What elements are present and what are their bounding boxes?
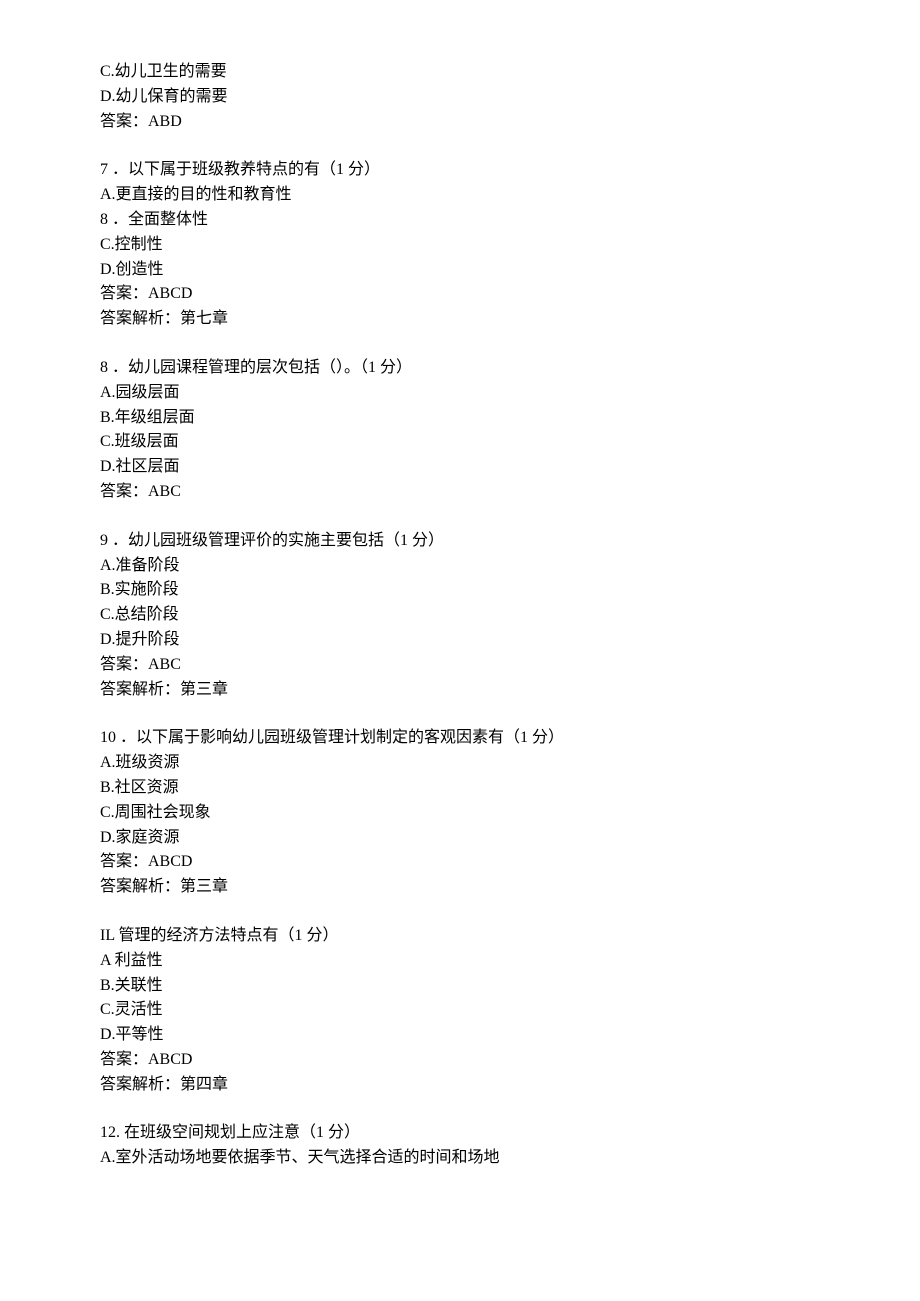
question-7: 7 ．以下属于班级教养特点的有（1 分） A.更直接的目的性和教育性 8 ．全面…: [100, 158, 820, 332]
question-9: 9 ．幼儿园班级管理评价的实施主要包括（1 分） A.准备阶段 B.实施阶段 C…: [100, 529, 820, 703]
answer-line: 答案：ABCD: [100, 850, 820, 875]
answer-line: 答案：ABCD: [100, 1048, 820, 1073]
option-a: A.园级层面: [100, 381, 820, 406]
option-c: C.周围社会现象: [100, 801, 820, 826]
option-c: C.控制性: [100, 233, 820, 258]
option-b: B.社区资源: [100, 776, 820, 801]
option-b: 8 ．全面整体性: [100, 208, 820, 233]
analysis-line: 答案解析：第三章: [100, 678, 820, 703]
question-8: 8 ．幼儿园课程管理的层次包括（）。（1 分） A.园级层面 B.年级组层面 C…: [100, 356, 820, 505]
question-stem: 7 ．以下属于班级教养特点的有（1 分）: [100, 158, 820, 183]
option-d: D.幼儿保育的需要: [100, 85, 820, 110]
option-c: C.幼儿卫生的需要: [100, 60, 820, 85]
option-a: A.班级资源: [100, 751, 820, 776]
option-d: D.提升阶段: [100, 628, 820, 653]
answer-line: 答案：ABC: [100, 480, 820, 505]
option-d: D.创造性: [100, 258, 820, 283]
question-stem: 10 ．以下属于影响幼儿园班级管理计划制定的客观因素有（1 分）: [100, 726, 820, 751]
question-12: 12. 在班级空间规划上应注意（1 分） A.室外活动场地要依据季节、天气选择合…: [100, 1121, 820, 1171]
option-d: D.社区层面: [100, 455, 820, 480]
analysis-line: 答案解析：第三章: [100, 875, 820, 900]
option-d: D.家庭资源: [100, 826, 820, 851]
question-stem: 8 ．幼儿园课程管理的层次包括（）。（1 分）: [100, 356, 820, 381]
option-b: B.实施阶段: [100, 578, 820, 603]
answer-line: 答案：ABCD: [100, 282, 820, 307]
option-b: B.关联性: [100, 974, 820, 999]
option-c: C.灵活性: [100, 998, 820, 1023]
question-fragment-top: C.幼儿卫生的需要 D.幼儿保育的需要 答案：ABD: [100, 60, 820, 134]
question-stem: IL 管理的经济方法特点有（1 分）: [100, 924, 820, 949]
option-b: B.年级组层面: [100, 406, 820, 431]
analysis-line: 答案解析：第七章: [100, 307, 820, 332]
option-c: C.总结阶段: [100, 603, 820, 628]
question-stem: 12. 在班级空间规划上应注意（1 分）: [100, 1121, 820, 1146]
option-c: C.班级层面: [100, 430, 820, 455]
option-a: A.更直接的目的性和教育性: [100, 183, 820, 208]
question-10: 10 ．以下属于影响幼儿园班级管理计划制定的客观因素有（1 分） A.班级资源 …: [100, 726, 820, 900]
question-11: IL 管理的经济方法特点有（1 分） A 利益性 B.关联性 C.灵活性 D.平…: [100, 924, 820, 1098]
option-d: D.平等性: [100, 1023, 820, 1048]
analysis-line: 答案解析：第四章: [100, 1073, 820, 1098]
question-stem: 9 ．幼儿园班级管理评价的实施主要包括（1 分）: [100, 529, 820, 554]
answer-line: 答案：ABD: [100, 110, 820, 135]
option-a: A 利益性: [100, 949, 820, 974]
answer-line: 答案：ABC: [100, 653, 820, 678]
option-a: A.准备阶段: [100, 554, 820, 579]
option-a: A.室外活动场地要依据季节、天气选择合适的时间和场地: [100, 1146, 820, 1171]
